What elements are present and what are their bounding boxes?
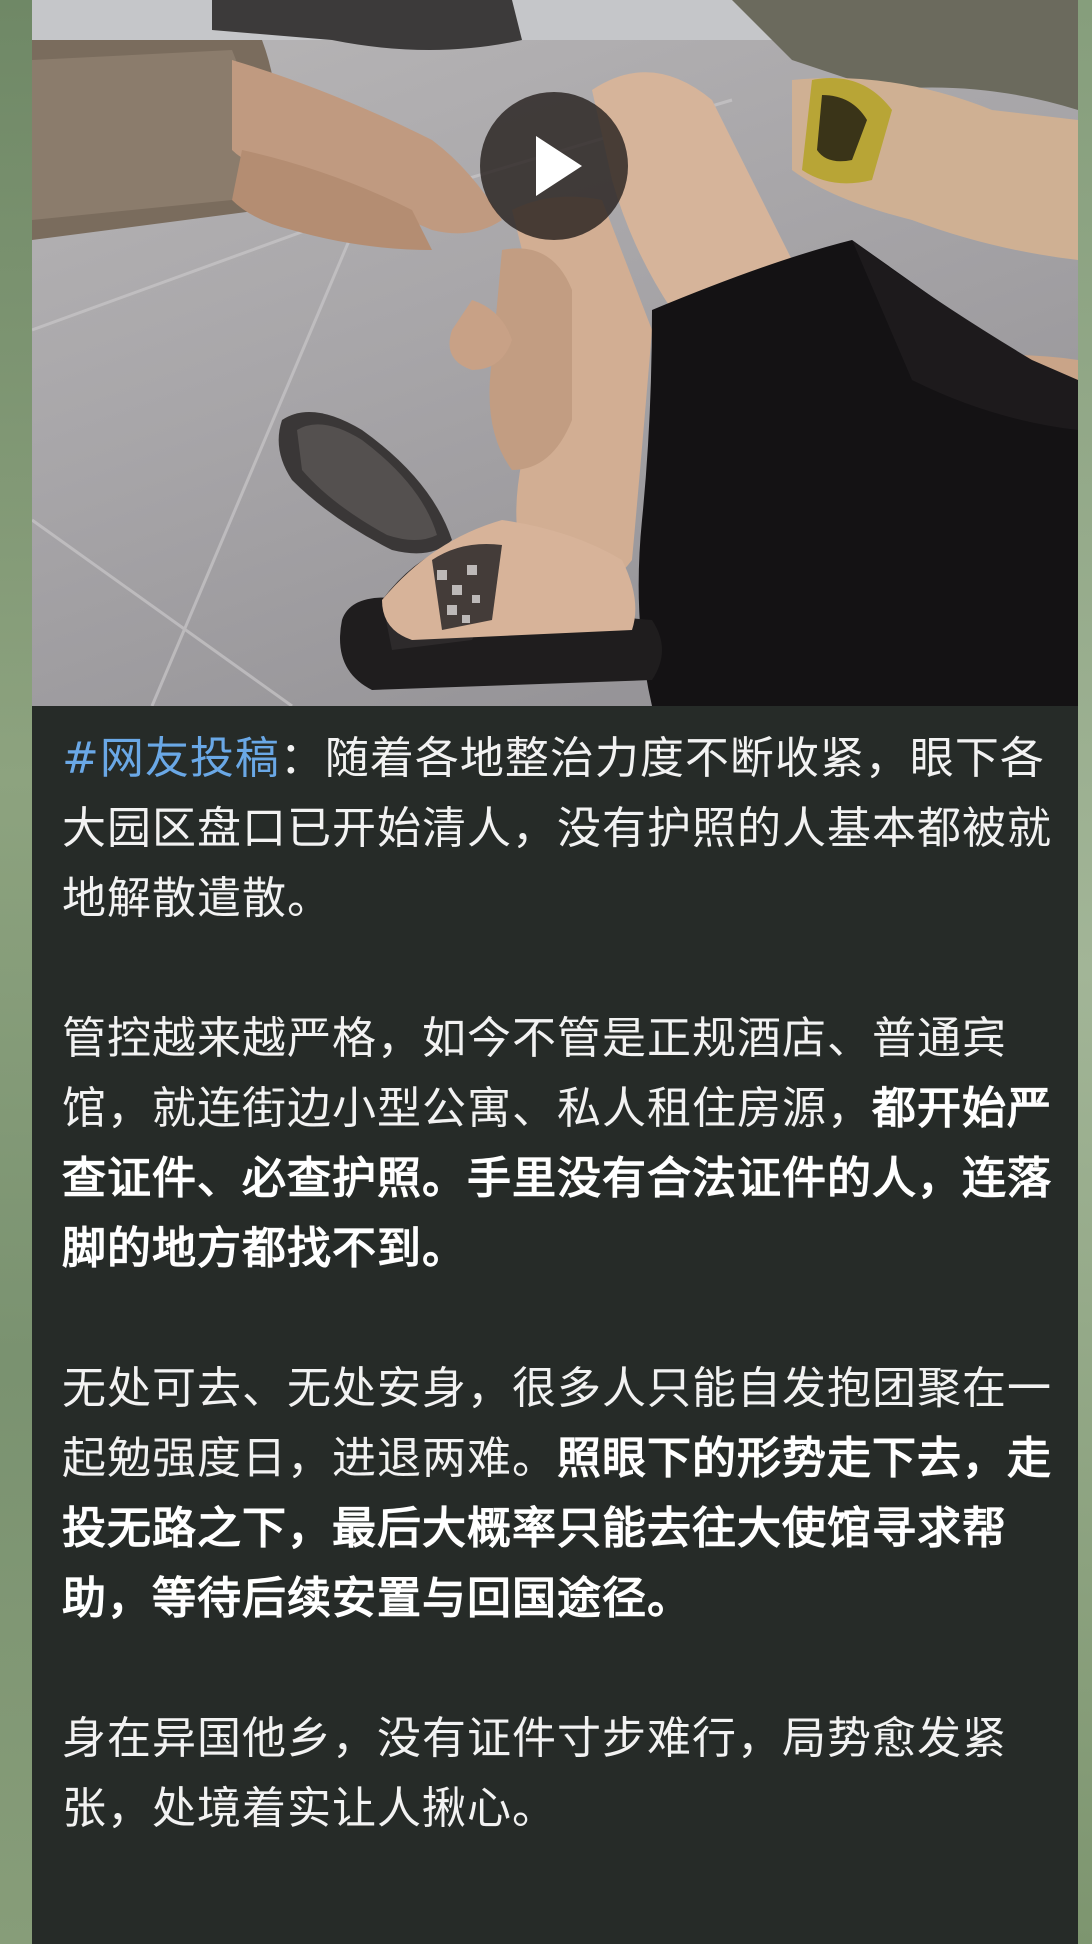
message-text: #网友投稿：随着各地整治力度不断收紧，眼下各大园区盘口已开始清人，没有护照的人基… [62,724,1062,1914]
paragraph-4: 身在异国他乡，没有证件寸步难行，局势愈发紧张，处境着实让人揪心。 [62,1704,1062,1844]
paragraph-3: 无处可去、无处安身，很多人只能自发抱团聚在一起勉强度日，进退两难。照眼下的形势走… [62,1354,1062,1634]
message-bubble: #网友投稿：随着各地整治力度不断收紧，眼下各大园区盘口已开始清人，没有护照的人基… [32,0,1078,1944]
chat-background-right [1078,0,1092,1944]
paragraph-1: #网友投稿：随着各地整治力度不断收紧，眼下各大园区盘口已开始清人，没有护照的人基… [62,724,1062,934]
play-button[interactable] [480,92,628,240]
paragraph-2-text: 管控越来越严格，如今不管是正规酒店、普通宾馆，就连街边小型公寓、私人租住房源， [62,1013,1007,1134]
play-icon [536,136,582,196]
paragraph-2: 管控越来越严格，如今不管是正规酒店、普通宾馆，就连街边小型公寓、私人租住房源，都… [62,1004,1062,1284]
video-thumbnail[interactable] [32,0,1078,706]
hashtag-link[interactable]: #网友投稿 [62,733,280,784]
paragraph-4-text: 身在异国他乡，没有证件寸步难行，局势愈发紧张，处境着实让人揪心。 [62,1713,1007,1834]
chat-background-left [0,0,32,1944]
